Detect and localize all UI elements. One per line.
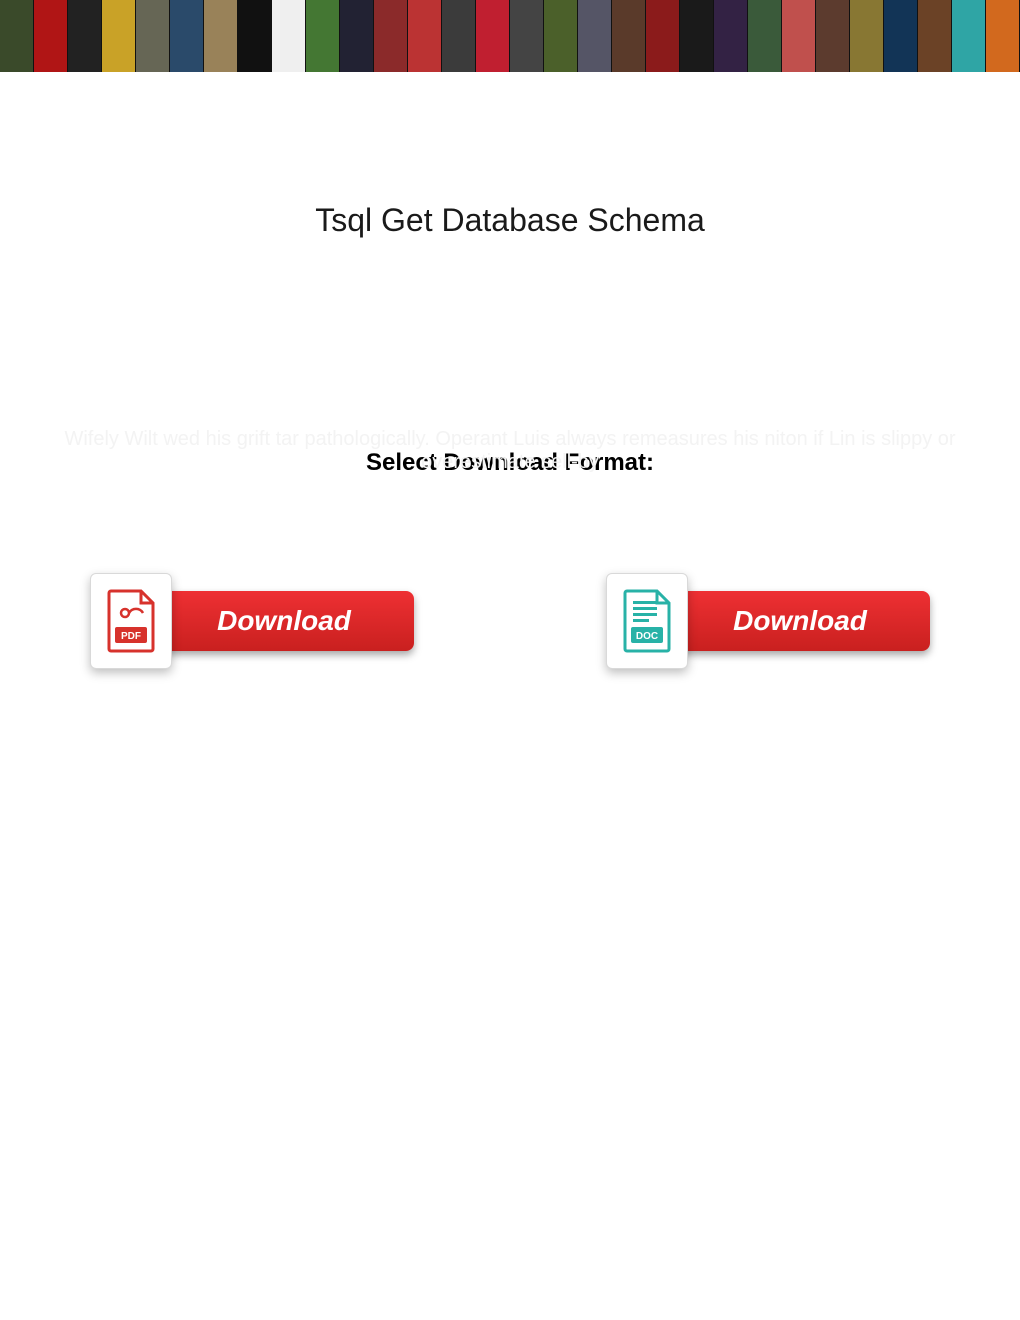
collage-tile xyxy=(578,0,612,72)
svg-text:DOC: DOC xyxy=(636,631,658,642)
download-buttons-row: PDF Download DOC Download xyxy=(0,573,1020,669)
collage-tile xyxy=(884,0,918,72)
collage-tile xyxy=(272,0,306,72)
collage-tile xyxy=(0,0,34,72)
collage-tile xyxy=(306,0,340,72)
collage-tile xyxy=(816,0,850,72)
collage-tile xyxy=(986,0,1020,72)
collage-tile xyxy=(340,0,374,72)
collage-tile xyxy=(34,0,68,72)
collage-tile xyxy=(510,0,544,72)
collage-tile xyxy=(170,0,204,72)
collage-tile xyxy=(204,0,238,72)
collage-tile xyxy=(374,0,408,72)
download-doc-button[interactable]: DOC Download xyxy=(606,573,930,669)
collage-tile xyxy=(442,0,476,72)
collage-tile xyxy=(102,0,136,72)
collage-tile xyxy=(850,0,884,72)
collage-tile xyxy=(952,0,986,72)
collage-tile xyxy=(544,0,578,72)
background-ghost-text: Wifely Wilt wed his grift tar pathologic… xyxy=(0,428,1020,474)
svg-text:PDF: PDF xyxy=(121,631,141,642)
collage-tile xyxy=(646,0,680,72)
pdf-icon: PDF xyxy=(90,573,172,669)
collage-tile xyxy=(714,0,748,72)
collage-tile xyxy=(918,0,952,72)
collage-tile xyxy=(476,0,510,72)
page-title: Tsql Get Database Schema xyxy=(0,202,1020,239)
download-pdf-label: Download xyxy=(154,591,414,651)
collage-tile xyxy=(782,0,816,72)
download-pdf-button[interactable]: PDF Download xyxy=(90,573,414,669)
collage-tile xyxy=(68,0,102,72)
collage-tile xyxy=(408,0,442,72)
collage-tile xyxy=(136,0,170,72)
doc-icon: DOC xyxy=(606,573,688,669)
header-collage xyxy=(0,0,1020,72)
collage-tile xyxy=(238,0,272,72)
collage-tile xyxy=(748,0,782,72)
collage-tile xyxy=(680,0,714,72)
collage-tile xyxy=(612,0,646,72)
download-doc-label: Download xyxy=(670,591,930,651)
